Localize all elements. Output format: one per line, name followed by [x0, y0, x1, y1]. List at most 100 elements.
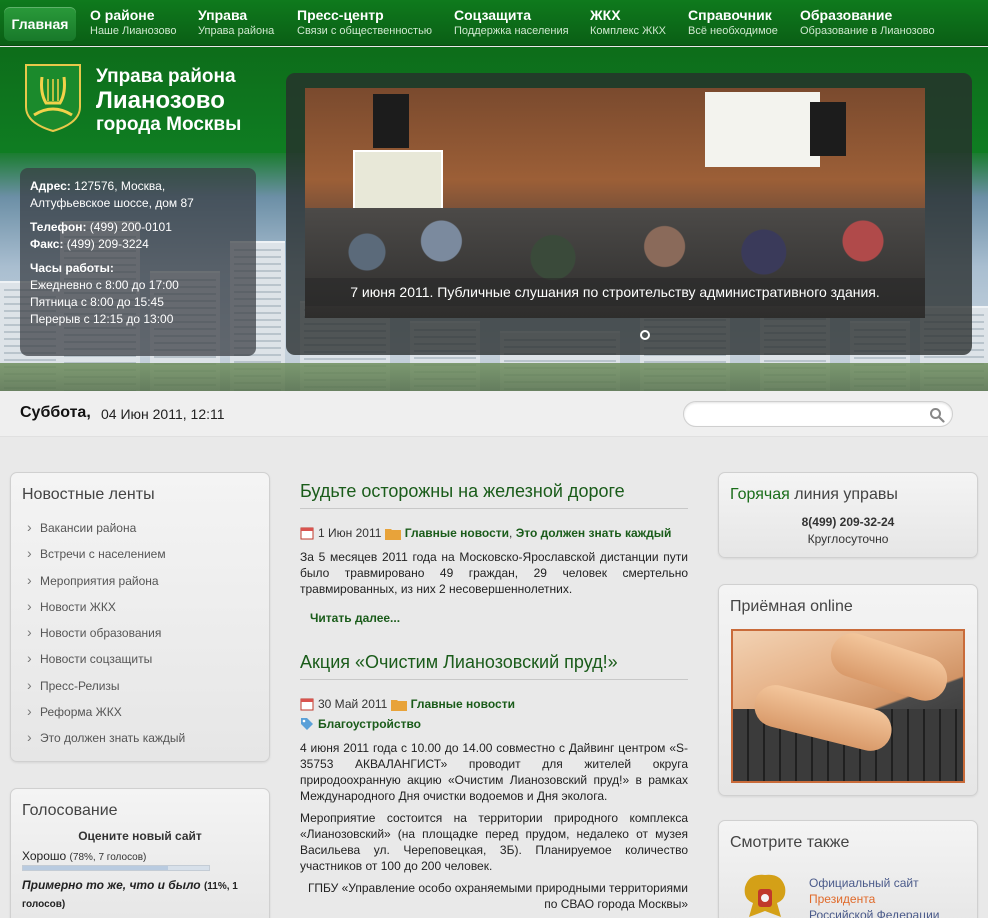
poll-question: Оцените новый сайт — [78, 829, 202, 843]
russian-emblem-icon[interactable] — [739, 869, 791, 918]
address-line: Адрес: 127576, Москва, — [30, 178, 246, 195]
feed-link[interactable]: Мероприятия района — [22, 567, 258, 594]
hotline-phone: 8(499) 209-32-24 — [801, 515, 895, 529]
nav-item-education[interactable]: Образование Образование в Лианозово — [800, 7, 935, 38]
article-source: ГПБУ «Управление особо охраняемыми приро… — [307, 881, 688, 911]
nav-home-button[interactable]: Главная — [4, 7, 76, 41]
hand-illustration — [825, 631, 953, 707]
fax-label: Факс: — [30, 237, 64, 251]
feed-link[interactable]: Вакансии района — [22, 514, 258, 541]
search-icon[interactable] — [929, 407, 945, 423]
nav-item-social[interactable]: Соцзащита Поддержка населения — [454, 7, 569, 38]
hotline-panel: Горячая линия управы 8(499) 209-32-24 Кр… — [718, 472, 978, 558]
address-value-2: Алтуфьевское шоссе, дом 87 — [30, 196, 194, 210]
news-feeds-list: Вакансии района Встречи с населением Мер… — [22, 514, 258, 752]
reception-title[interactable]: Приёмная online — [730, 597, 966, 617]
top-navigation: Главная О районе Наше Лианозово Управа У… — [0, 0, 988, 46]
poll-option-stat: (78%, 7 голосов) — [69, 852, 147, 863]
nav-item-subtitle: Всё необходимое — [688, 25, 778, 37]
see-also-panel: Смотрите также Официальный сайт Президен… — [718, 820, 978, 918]
category-link[interactable]: Главные новости — [411, 697, 515, 711]
tag-icon — [301, 718, 313, 730]
coat-of-arms-logo[interactable] — [24, 63, 82, 133]
site-title[interactable]: Управа района Лианозово города Москвы — [96, 66, 241, 136]
address-label: Адрес: — [30, 179, 71, 193]
nav-item-title: Справочник — [688, 7, 772, 23]
reception-keyboard-image[interactable] — [731, 629, 965, 783]
folder-icon — [384, 529, 401, 540]
nav-item-title: Образование — [800, 7, 893, 23]
poll-option-2: Примерно то же, что и было (11%, 1 голос… — [22, 877, 258, 913]
feed-link[interactable]: Новости ЖКХ — [22, 593, 258, 620]
search-box[interactable] — [683, 401, 953, 427]
category-link[interactable]: Это должен знать каждый — [516, 526, 672, 540]
slider-dot[interactable] — [640, 330, 650, 340]
article-text: 4 июня 2011 года с 10.00 до 14.00 совмес… — [300, 740, 688, 874]
poll-title: Голосование — [22, 802, 118, 819]
article-text: За 5 месяцев 2011 года на Московско-Ярос… — [300, 549, 688, 597]
news-article: Будьте осторожны на железной дороге 1 Ию… — [300, 480, 688, 625]
feed-link[interactable]: Новости соцзащиты — [22, 645, 258, 672]
nav-item-subtitle: Поддержка населения — [454, 25, 569, 37]
nav-item-press[interactable]: Пресс-центр Связи с общественностью — [297, 7, 432, 38]
president-site-link[interactable]: Официальный сайт Президента Российской Ф… — [809, 875, 940, 918]
hotline-hours: Круглосуточно — [807, 532, 889, 546]
hotline-title: Горячая линия управы — [730, 486, 898, 503]
slider-caption[interactable]: 7 июня 2011. Публичные слушания по строи… — [305, 278, 925, 306]
nav-item-title: ЖКХ — [590, 7, 621, 23]
feed-link[interactable]: Встречи с населением — [22, 540, 258, 567]
article-title[interactable]: Акция «Очистим Лианозовский пруд!» — [300, 651, 688, 680]
news-feeds-panel: Новостные ленты Вакансии района Встречи … — [10, 472, 270, 762]
nav-item-title: Пресс-центр — [297, 7, 384, 23]
poll-panel: Голосование Оцените новый сайт Хорошо (7… — [10, 788, 270, 918]
fax-value: (499) 209-3224 — [66, 237, 149, 251]
projector-screen — [705, 92, 820, 167]
tag-link[interactable]: Благоустройство — [318, 717, 421, 731]
online-reception-panel: Приёмная online — [718, 584, 978, 796]
see-also-line2: Президента — [809, 892, 876, 906]
search-input[interactable] — [696, 406, 926, 424]
calendar-icon — [300, 698, 314, 711]
feed-link[interactable]: Это должен знать каждый — [22, 724, 258, 751]
article-meta: 30 Май 2011 Главные новости Благоустройс… — [300, 694, 688, 734]
nav-item-subtitle: Связи с общественностью — [297, 25, 433, 37]
poll-option-label: Примерно то же, что и было — [22, 878, 201, 892]
article-title[interactable]: Будьте осторожны на железной дороге — [300, 480, 688, 509]
feed-link[interactable]: Новости образования — [22, 619, 258, 646]
nav-item-zhkh[interactable]: ЖКХ Комплекс ЖКХ — [590, 7, 666, 38]
address-value-1: 127576, Москва, — [74, 179, 166, 193]
current-datetime: 04 Июн 2011, 12:11 — [101, 406, 225, 422]
trees-illustration — [0, 363, 988, 391]
speaker — [373, 94, 409, 148]
category-separator: , — [509, 526, 513, 540]
see-also-line3: Российской Федерации — [809, 908, 940, 918]
poll-option-label: Хорошо — [22, 849, 67, 863]
nav-item-title: Соцзащита — [454, 7, 532, 23]
nav-item-directory[interactable]: Справочник Всё необходимое — [688, 7, 778, 38]
feed-link[interactable]: Реформа ЖКХ — [22, 698, 258, 725]
speaker — [810, 102, 846, 156]
nav-item-subtitle: Наше Лианозово — [90, 25, 177, 37]
article-date: 1 Июн 2011 — [318, 526, 382, 540]
read-more-link[interactable]: Читать далее... — [310, 611, 400, 625]
nav-item-title: О районе — [90, 7, 155, 23]
nav-item-about[interactable]: О районе Наше Лианозово — [90, 7, 177, 38]
news-feeds-title: Новостные ленты — [22, 486, 155, 503]
hours-line-3: Перерыв с 12:15 до 13:00 — [30, 312, 174, 326]
site-title-line2: Лианозово — [96, 87, 225, 114]
news-article: Акция «Очистим Лианозовский пруд!» 30 Ма… — [300, 651, 688, 912]
folder-icon — [390, 700, 407, 711]
category-link[interactable]: Главные новости — [405, 526, 509, 540]
phone-label: Телефон: — [30, 220, 87, 234]
nav-item-title: Управа — [198, 7, 248, 23]
nav-item-subtitle: Образование в Лианозово — [800, 25, 935, 37]
hours-line-1: Ежедневно с 8:00 до 17:00 — [30, 278, 179, 292]
nav-item-uprava[interactable]: Управа Управа района — [198, 7, 274, 38]
article-paragraph: Мероприятие состоится на территории прир… — [300, 811, 688, 873]
hours-label: Часы работы: — [30, 261, 114, 275]
feed-link[interactable]: Пресс-Релизы — [22, 672, 258, 699]
poll-result-bar — [22, 865, 210, 871]
article-meta: 1 Июн 2011 Главные новости, Это должен з… — [300, 523, 688, 543]
calendar-icon — [300, 527, 314, 540]
site-title-line3: города Москвы — [96, 114, 242, 135]
